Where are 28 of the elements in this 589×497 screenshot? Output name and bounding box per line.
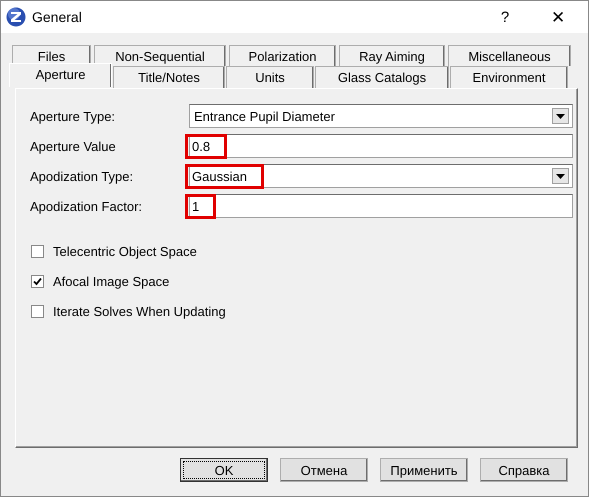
checkbox-label: Iterate Solves When Updating xyxy=(53,304,226,318)
checkbox[interactable] xyxy=(31,304,44,318)
dialog-button[interactable]: Применить xyxy=(380,458,468,482)
tab[interactable]: Glass Catalogs xyxy=(315,66,449,88)
tab[interactable]: Environment xyxy=(450,66,568,88)
tab[interactable]: Non-Sequential xyxy=(94,45,226,66)
field-label: Aperture Type: xyxy=(30,108,116,124)
window-title: General xyxy=(32,9,82,25)
dropdown[interactable]: Entrance Pupil Diameter xyxy=(189,104,573,128)
help-button[interactable]: ? xyxy=(482,1,528,33)
tab[interactable]: Title/Notes xyxy=(113,66,225,88)
tab[interactable]: Miscellaneous xyxy=(448,45,571,66)
checkbox[interactable] xyxy=(31,244,44,258)
tab[interactable]: Polarization xyxy=(229,45,336,66)
dialog-button[interactable]: OK xyxy=(180,458,268,482)
tab[interactable]: Ray Aiming xyxy=(339,45,445,66)
field-label: Apodization Type: xyxy=(30,168,134,184)
app-logo-icon xyxy=(6,7,26,27)
checkbox[interactable] xyxy=(31,274,44,288)
dialog-button[interactable]: Отмена xyxy=(280,458,368,482)
tab[interactable]: Units xyxy=(226,66,314,88)
close-button[interactable]: ✕ xyxy=(528,1,588,33)
checkbox-label: Afocal Image Space xyxy=(53,274,170,288)
field-label: Apodization Factor: xyxy=(30,198,144,214)
dialog-button[interactable]: Справка xyxy=(480,458,568,482)
tab[interactable]: Aperture xyxy=(9,63,112,87)
field-label: Aperture Value xyxy=(30,138,117,154)
checkbox-label: Telecentric Object Space xyxy=(53,244,197,258)
